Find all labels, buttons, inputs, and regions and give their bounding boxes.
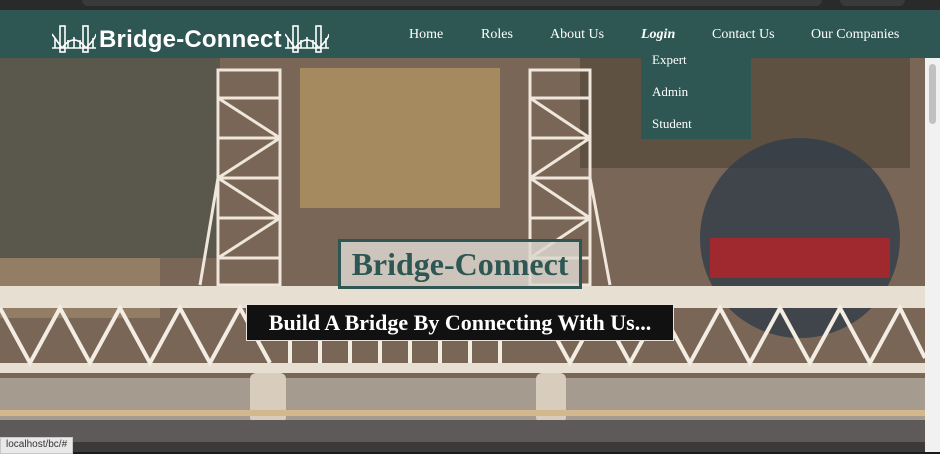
nav-about-link[interactable]: About Us (550, 27, 604, 43)
hero-subtitle-box: Build A Bridge By Connecting With Us... (246, 304, 674, 341)
brand-name: Bridge-Connect (99, 26, 282, 53)
nav-home-link[interactable]: Home (409, 27, 443, 43)
bridge-icon (284, 25, 329, 53)
dropdown-item-admin[interactable]: Admin (652, 84, 688, 100)
bridge-icon (52, 25, 96, 53)
hero-title: Bridge-Connect (351, 245, 569, 282)
browser-control-edge[interactable] (840, 0, 905, 6)
hero-banner: Bridge-Connect Build A Bridge By Connect… (0, 58, 925, 442)
scrollbar-thumb[interactable] (929, 64, 936, 124)
browser-top-bar (0, 0, 940, 10)
browser-status-bar: localhost/bc/# (0, 437, 74, 454)
page-bottom-edge (0, 442, 925, 452)
login-dropdown-menu: Expert Admin Student (641, 52, 751, 139)
dropdown-item-student[interactable]: Student (652, 116, 692, 132)
navbar: Bridge-Connect (0, 10, 940, 58)
dropdown-item-expert[interactable]: Expert (652, 52, 687, 68)
nav-companies-link[interactable]: Our Companies (811, 27, 899, 43)
nav-roles-link[interactable]: Roles (481, 27, 513, 43)
address-bar-edge[interactable] (82, 0, 822, 6)
hero-title-box: Bridge-Connect (338, 239, 582, 289)
page-scrollbar[interactable] (925, 58, 940, 452)
brand-logo[interactable]: Bridge-Connect (52, 20, 329, 60)
hero-subtitle: Build A Bridge By Connecting With Us... (268, 309, 652, 335)
nav-contact-link[interactable]: Contact Us (712, 27, 775, 43)
nav-login-link[interactable]: Login (641, 27, 675, 43)
